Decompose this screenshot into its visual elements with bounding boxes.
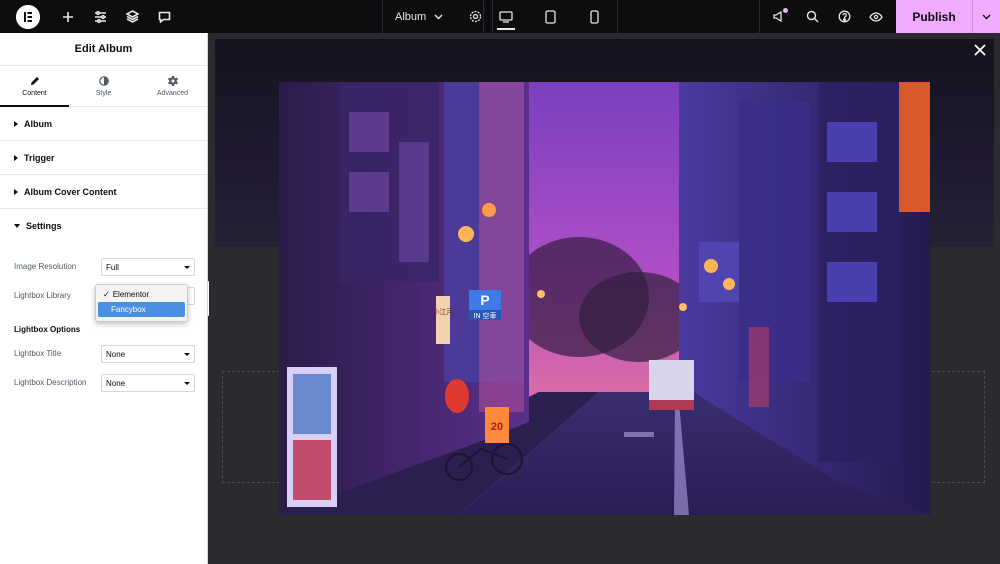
- elementor-logo-icon[interactable]: [16, 4, 40, 29]
- image-resolution-label: Image Resolution: [14, 262, 77, 271]
- checkmark-icon: ✓: [103, 290, 110, 299]
- section-settings[interactable]: Settings: [0, 209, 207, 243]
- tab-content-label: Content: [22, 89, 47, 97]
- option-fancybox-label: Fancybox: [111, 305, 146, 314]
- gear-icon: [167, 75, 178, 86]
- lightbox-title-select[interactable]: None: [101, 345, 195, 363]
- tab-advanced-label: Advanced: [156, 89, 189, 97]
- search-icon[interactable]: [796, 0, 828, 33]
- publish-options-chevron-icon[interactable]: [972, 0, 1000, 33]
- dropdown-arrow-icon: [184, 266, 190, 269]
- lightbox-description-value: None: [106, 378, 126, 388]
- structure-layers-icon[interactable]: [116, 0, 148, 33]
- tab-advanced[interactable]: Advanced: [138, 66, 207, 106]
- page-selector[interactable]: Album: [382, 0, 494, 33]
- pencil-icon: [30, 76, 39, 85]
- section-album-label: Album: [24, 118, 52, 129]
- tab-content[interactable]: Content: [0, 66, 69, 107]
- close-icon[interactable]: [973, 43, 987, 57]
- add-element-icon[interactable]: [52, 0, 84, 33]
- caret-right-icon: [14, 120, 18, 127]
- image-resolution-value: Full: [106, 262, 119, 272]
- whats-new-megaphone-icon[interactable]: [764, 0, 796, 33]
- chevron-down-icon: [434, 14, 443, 19]
- section-trigger[interactable]: Trigger: [0, 141, 207, 175]
- section-trigger-label: Trigger: [24, 152, 55, 163]
- tab-style-label: Style: [95, 89, 112, 97]
- comments-icon[interactable]: [148, 0, 180, 33]
- half-circle-icon: [98, 75, 109, 86]
- lightbox-options-heading: Lightbox Options: [14, 325, 81, 334]
- image-resolution-select[interactable]: Full: [101, 258, 195, 276]
- top-bar: Album Publish: [0, 0, 1000, 33]
- option-elementor-label: Elementor: [112, 290, 150, 299]
- lightbox-library-label: Lightbox Library: [14, 291, 71, 300]
- vacancy-sign-text: IN 空車: [474, 311, 497, 320]
- caret-right-icon: [14, 188, 18, 195]
- lightbox-title-label: Lightbox Title: [14, 349, 62, 358]
- section-album-cover-content[interactable]: Album Cover Content: [0, 175, 207, 209]
- option-elementor[interactable]: ✓ Elementor: [98, 287, 185, 302]
- lightbox-image: P IN 空車 小江戸 20: [279, 82, 930, 515]
- section-album[interactable]: Album: [0, 107, 207, 141]
- page-title: Album: [395, 10, 427, 23]
- lightbox-title-value: None: [106, 349, 126, 359]
- mobile-device-icon[interactable]: [580, 0, 610, 33]
- section-cover-label: Album Cover Content: [24, 186, 117, 197]
- lightbox-description-select[interactable]: None: [101, 374, 195, 392]
- responsive-mode-switcher: [483, 0, 618, 33]
- lightbox-library-dropdown: ✓ Elementor Fancybox: [95, 284, 188, 322]
- preview-canvas: P IN 空車 小江戸 20: [209, 33, 1000, 564]
- dropdown-arrow-icon: [184, 353, 190, 356]
- desktop-device-icon[interactable]: [491, 0, 521, 33]
- caret-right-icon: [14, 154, 18, 161]
- parking-sign-text: P: [480, 292, 489, 308]
- caret-down-icon: [14, 224, 20, 228]
- panel-tabs: Content Style Advanced: [0, 66, 207, 107]
- panel-title: Edit Album: [0, 33, 207, 66]
- dropdown-arrow-icon: [184, 382, 190, 385]
- orange-sign-text: 20: [491, 421, 503, 433]
- lightbox-description-label: Lightbox Description: [14, 378, 87, 387]
- tablet-device-icon[interactable]: [535, 0, 565, 33]
- section-settings-label: Settings: [26, 221, 62, 231]
- publish-button[interactable]: Publish: [896, 0, 972, 33]
- tab-style[interactable]: Style: [69, 66, 138, 106]
- page-settings-gear-icon[interactable]: [469, 10, 482, 23]
- site-settings-icon[interactable]: [84, 0, 116, 33]
- option-fancybox[interactable]: Fancybox: [98, 302, 185, 317]
- preview-eye-icon[interactable]: [860, 0, 892, 33]
- help-icon[interactable]: [828, 0, 860, 33]
- vertical-sign-text: 小江戸: [433, 307, 454, 316]
